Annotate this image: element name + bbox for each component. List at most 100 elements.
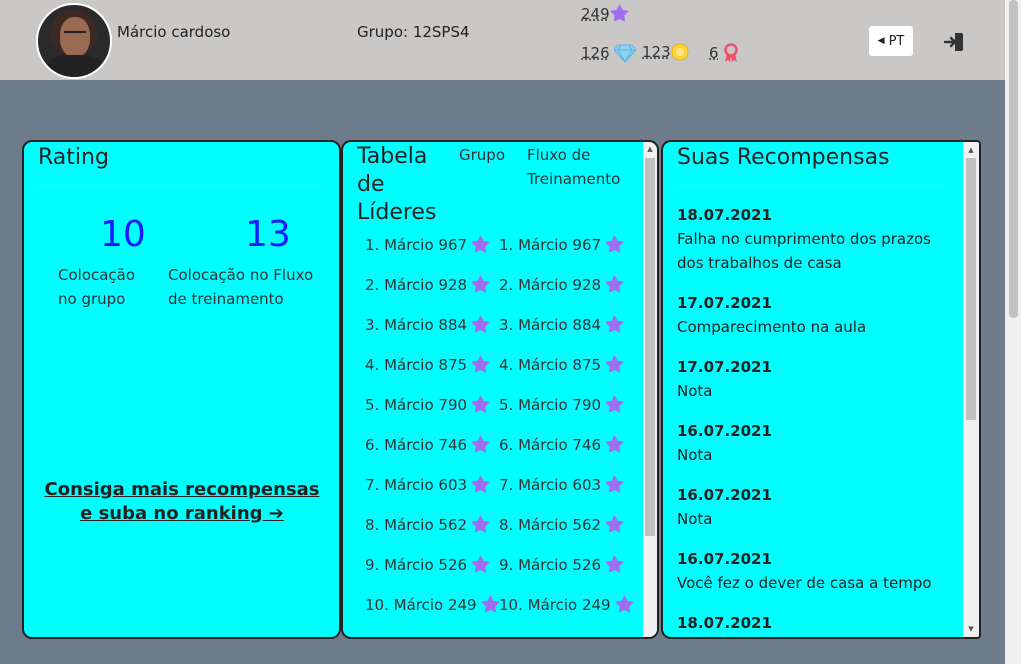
star-icon: [471, 395, 490, 413]
group-label: Grupo: 12SPS4: [357, 23, 470, 41]
leaderboard-row-label: 10. Márcio 249: [499, 595, 611, 614]
rating-panel: Rating 10 Colocação no grupo 13 Colocaçã…: [22, 140, 341, 639]
leaderboard-title: Tabela de Líderes: [357, 144, 437, 225]
badges-stat: 6: [709, 43, 740, 63]
diamond-icon: [612, 44, 637, 63]
leaderboard-row-label: 5. Márcio 790: [499, 395, 602, 414]
more-rewards-link[interactable]: Consiga mais recompensas e suba no ranki…: [44, 478, 320, 526]
star-icon: [481, 595, 499, 613]
reward-date: 18.07.2021: [677, 614, 772, 632]
star-icon: [605, 235, 624, 253]
scroll-up-icon[interactable]: ▲: [966, 145, 976, 155]
leaderboard-row: 3. Márcio 884: [365, 315, 490, 334]
coins-stat: 123: [642, 43, 689, 61]
star-icon: [471, 435, 490, 453]
star-icon: [610, 4, 628, 22]
reward-item: 18.07.2021 Falha no cumprimento dos prazo…: [677, 203, 957, 275]
page-scrollbar[interactable]: [1005, 0, 1021, 664]
reward-date: 18.07.2021: [677, 206, 772, 224]
leaderboard-row-label: 6. Márcio 746: [365, 435, 468, 454]
star-icon: [605, 275, 624, 293]
reward-item: 17.07.2021 Comparecimento na aula: [677, 291, 957, 339]
leaderboard-row: 10. Márcio 249: [499, 595, 634, 614]
leaderboard-row-label: 2. Márcio 928: [499, 275, 602, 294]
star-icon: [471, 355, 490, 373]
divider: [38, 185, 326, 186]
leaderboard-row: 8. Márcio 562: [365, 515, 490, 534]
leaderboard-panel: Tabela de Líderes Grupo Fluxo de Treinam…: [341, 140, 659, 639]
leaderboard-row: 7. Márcio 603: [365, 475, 490, 494]
leaderboard-row-label: 9. Márcio 526: [365, 555, 468, 574]
reward-date: 17.07.2021: [677, 294, 772, 312]
leaderboard-row: 5. Márcio 790: [365, 395, 490, 414]
leaderboard-row: 9. Márcio 526: [365, 555, 490, 574]
tab-stream[interactable]: Fluxo de Treinamento: [527, 143, 627, 191]
rewards-title: Suas Recompensas: [677, 145, 890, 170]
tab-group[interactable]: Grupo: [459, 143, 505, 167]
leaderboard-row: 5. Márcio 790: [499, 395, 624, 414]
leaderboard-row: 1. Márcio 967: [365, 235, 490, 254]
star-icon: [471, 515, 490, 533]
group-rank-label: Colocação no grupo: [58, 266, 136, 308]
reward-text: Nota: [677, 510, 713, 528]
stream-rank-label: Colocação no Fluxo de treinamento: [168, 266, 314, 308]
leaderboard-row: 7. Márcio 603: [499, 475, 624, 494]
leaderboard-row-label: 9. Márcio 526: [499, 555, 602, 574]
reward-text: Nota: [677, 446, 713, 464]
stars-count: 249: [581, 4, 610, 23]
diamonds-stat: 126: [581, 43, 637, 63]
star-icon: [605, 475, 624, 493]
stars-stat: 249: [581, 4, 629, 23]
leaderboard-row-label: 8. Márcio 562: [499, 515, 602, 534]
rewards-panel: Suas Recompensas 18.07.2021 Falha no cump…: [661, 140, 981, 639]
rewards-scrollbar[interactable]: ▲ ▼: [963, 142, 979, 637]
scroll-up-icon[interactable]: ▲: [645, 144, 655, 154]
leaderboard-row: 6. Márcio 746: [499, 435, 624, 454]
reward-text: Comparecimento na aula: [677, 318, 867, 336]
star-icon: [471, 275, 490, 293]
reward-date: 16.07.2021: [677, 486, 772, 504]
leaderboard-row-label: 3. Márcio 884: [365, 315, 468, 334]
reward-text: Nota: [677, 382, 713, 400]
leaderboard-row-label: 7. Márcio 603: [499, 475, 602, 494]
reward-date: 16.07.2021: [677, 422, 772, 440]
reward-item: 18.07.2021: [677, 611, 957, 635]
leaderboard-row: 2. Márcio 928: [365, 275, 490, 294]
page-scrollbar-thumb[interactable]: [1009, 0, 1018, 318]
scrollbar-thumb[interactable]: [645, 158, 655, 536]
stream-rank-value: 13: [245, 214, 291, 255]
star-icon: [471, 475, 490, 493]
scrollbar-thumb[interactable]: [966, 158, 976, 420]
leaderboard-row-label: 5. Márcio 790: [365, 395, 468, 414]
reward-item: 16.07.2021 Nota: [677, 483, 957, 531]
reward-text: Falha no cumprimento dos prazos dos trab…: [677, 230, 931, 272]
leaderboard-row-label: 3. Márcio 884: [499, 315, 602, 334]
scroll-down-icon[interactable]: ▼: [966, 624, 976, 634]
coins-count: 123: [642, 43, 671, 61]
leaderboard-row-label: 10. Márcio 249: [365, 595, 477, 614]
reward-item: 16.07.2021 Nota: [677, 419, 957, 467]
leaderboard-row-label: 1. Márcio 967: [499, 235, 602, 254]
reward-item: 16.07.2021 Você fez o dever de casa a tem…: [677, 547, 957, 595]
leaderboard-row: 9. Márcio 526: [499, 555, 624, 574]
reward-date: 17.07.2021: [677, 358, 772, 376]
language-button[interactable]: ◀ PT: [869, 26, 913, 56]
leaderboard-row: 4. Márcio 875: [499, 355, 624, 374]
diamonds-count: 126: [581, 44, 610, 62]
reward-date: 16.07.2021: [677, 550, 772, 568]
logout-icon[interactable]: [942, 30, 966, 54]
leaderboard-scrollbar[interactable]: ▲: [643, 142, 657, 637]
star-icon: [615, 595, 633, 613]
leaderboard-row: 10. Márcio 249: [365, 595, 500, 614]
divider: [677, 185, 949, 186]
user-name: Márcio cardoso: [117, 23, 231, 41]
reward-item: 17.07.2021 Nota: [677, 355, 957, 403]
group-rank-value: 10: [100, 214, 146, 255]
coin-icon: [671, 43, 689, 61]
star-icon: [605, 355, 624, 373]
star-icon: [605, 315, 624, 333]
avatar[interactable]: [36, 3, 112, 79]
leaderboard-row: 4. Márcio 875: [365, 355, 490, 374]
language-label: PT: [888, 33, 905, 49]
badges-count: 6: [709, 44, 719, 62]
